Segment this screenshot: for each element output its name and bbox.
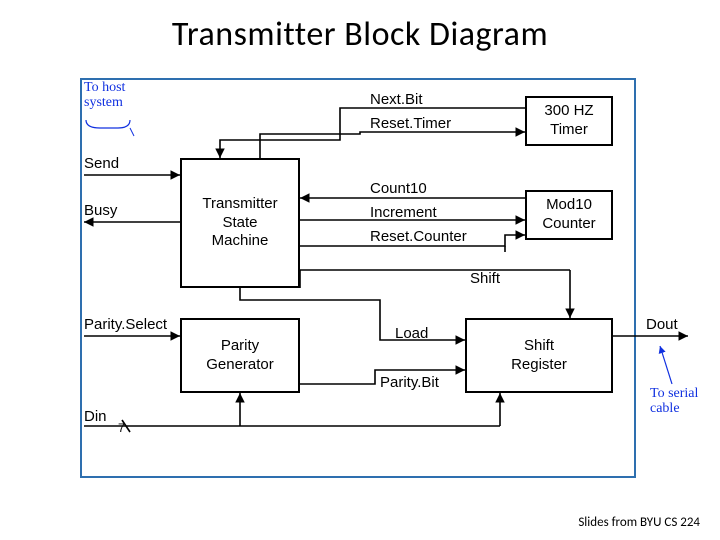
label-load: Load: [395, 325, 428, 342]
label-reset-counter: Reset.Counter: [370, 228, 467, 245]
label-shift: Shift: [470, 270, 500, 287]
label-busy: Busy: [84, 202, 117, 219]
slide-title: Transmitter Block Diagram: [0, 14, 720, 55]
label-dout: Dout: [646, 316, 678, 333]
annotation-to-serial: To serial cable: [650, 386, 698, 417]
label-din: Din: [84, 408, 107, 425]
block-timer: 300 HZ Timer: [525, 96, 613, 146]
block-counter: Mod10 Counter: [525, 190, 613, 240]
label-din-width: 7: [118, 421, 125, 435]
block-state-machine: Transmitter State Machine: [180, 158, 300, 288]
annotation-to-host: To host system: [84, 80, 125, 111]
label-parity-select: Parity.Select: [84, 316, 167, 333]
label-next-bit: Next.Bit: [370, 91, 423, 108]
label-count10: Count10: [370, 180, 427, 197]
label-parity-bit: Parity.Bit: [380, 374, 439, 391]
label-reset-timer: Reset.Timer: [370, 115, 451, 132]
block-shift-register: Shift Register: [465, 318, 613, 393]
attribution: Slides from BYU CS 224: [578, 515, 700, 530]
block-parity-generator: Parity Generator: [180, 318, 300, 393]
label-increment: Increment: [370, 204, 437, 221]
label-send: Send: [84, 155, 119, 172]
